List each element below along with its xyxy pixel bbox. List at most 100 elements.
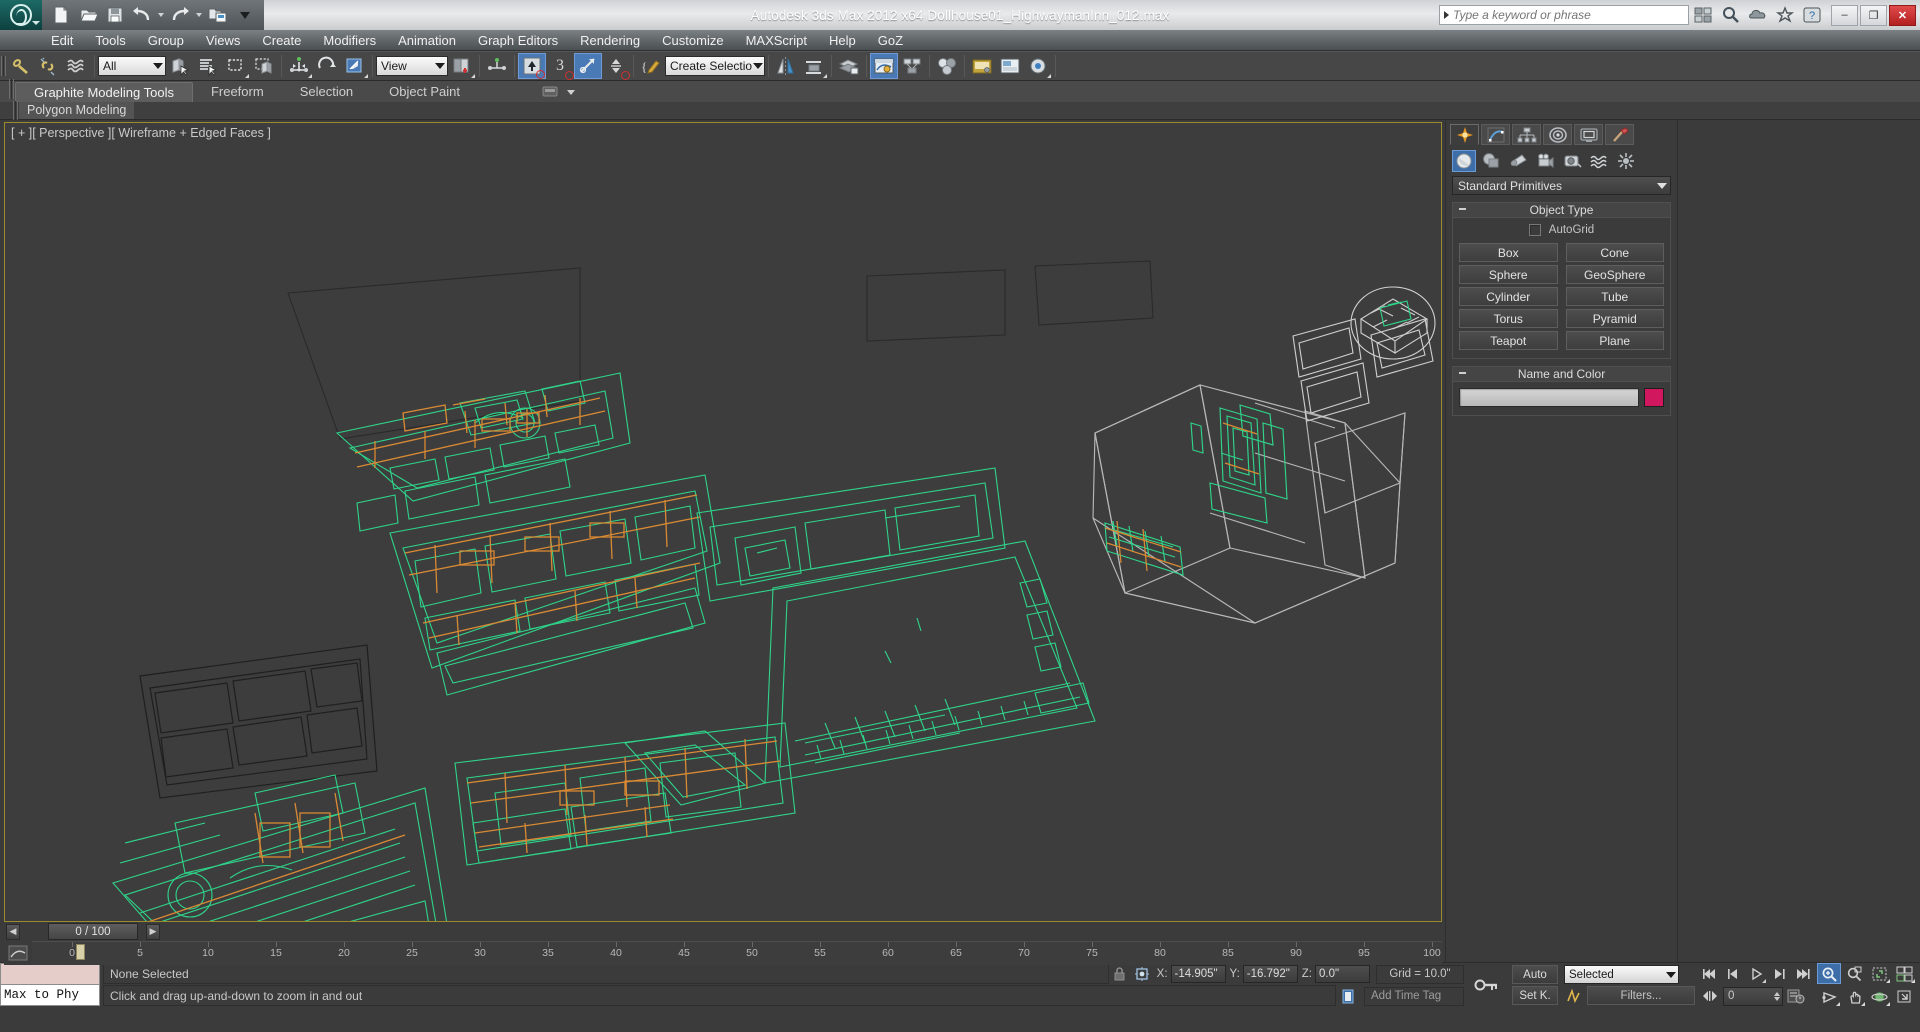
collapse-icon[interactable] [1459,372,1466,374]
curve-editor-icon[interactable] [870,53,898,79]
next-frame-icon[interactable] [1768,964,1790,984]
redo-icon[interactable] [167,3,193,27]
menu-item-modifiers[interactable]: Modifiers [312,30,387,51]
zoom-extents-all-icon[interactable] [1892,963,1916,984]
chevron-down-icon[interactable] [1663,972,1678,978]
set-key-button[interactable]: Set K. [1512,986,1558,1005]
flyout-arrow-icon[interactable] [364,70,368,78]
maxscript-output-pane[interactable] [0,963,100,985]
tab-freeform[interactable]: Freeform [193,82,282,102]
select-and-uniform-scale-icon[interactable] [341,53,369,79]
key-filters-button[interactable]: Filters... [1587,986,1695,1005]
edit-named-selection-sets-icon[interactable]: { [637,53,665,79]
menu-item-graph-editors[interactable]: Graph Editors [467,30,569,51]
tab-graphite-modeling-tools[interactable]: Graphite Modeling Tools [15,82,193,102]
render-production-icon[interactable] [1024,53,1052,79]
menu-item-tools[interactable]: Tools [84,30,136,51]
coord-z-input[interactable]: 0.0" [1315,965,1370,983]
lock-selection-icon[interactable] [1109,966,1131,982]
geosphere-button[interactable]: GeoSphere [1565,265,1664,284]
object-color-swatch[interactable] [1644,388,1664,407]
maximize-viewport-toggle-icon[interactable] [1892,986,1916,1007]
menu-item-group[interactable]: Group [137,30,195,51]
set-key-mode-icon[interactable] [1564,986,1584,1005]
bind-to-space-warp-icon[interactable] [63,53,91,79]
cylinder-button[interactable]: Cylinder [1459,287,1558,306]
snaps-toggle-icon[interactable] [518,53,546,79]
menu-item-create[interactable]: Create [251,30,312,51]
menu-item-animation[interactable]: Animation [387,30,467,51]
new-file-icon[interactable] [48,3,74,27]
collapse-icon[interactable] [1459,208,1466,210]
utilities-tab[interactable] [1605,124,1634,145]
minimize-button[interactable]: – [1831,4,1858,26]
save-file-icon[interactable] [102,3,128,27]
adaptive-degradation-icon[interactable] [1336,988,1360,1005]
favorites-icon[interactable] [1773,3,1797,27]
flyout-arrow-icon[interactable] [823,70,827,78]
name-and-color-header[interactable]: Name and Color [1453,367,1670,382]
plane-button[interactable]: Plane [1565,331,1664,350]
auto-key-button[interactable]: Auto [1512,965,1558,984]
menu-item-help[interactable]: Help [818,30,867,51]
open-file-icon[interactable] [75,3,101,27]
percent-snap-toggle-icon[interactable] [574,53,602,79]
select-and-manipulate-icon[interactable] [483,53,511,79]
perspective-viewport[interactable]: [ + ][ Perspective ][ Wireframe + Edged … [4,122,1442,922]
search-field[interactable] [1439,5,1689,25]
add-time-tag-button[interactable]: Add Time Tag [1364,986,1464,1006]
application-menu-button[interactable] [0,0,42,30]
search-input[interactable] [1453,8,1678,22]
chevron-down-icon[interactable] [432,57,447,75]
search-help-icon[interactable] [1719,3,1743,27]
undo-dropdown-arrow-icon[interactable] [158,13,164,17]
selection-filter-combo[interactable]: All [98,56,166,76]
render-setup-icon[interactable] [968,53,996,79]
lights-subtab[interactable] [1506,150,1530,172]
restore-button[interactable]: ❐ [1860,4,1887,26]
use-pivot-point-center-icon[interactable] [448,53,476,79]
toolbar-grip[interactable] [0,53,7,79]
menu-item-rendering[interactable]: Rendering [569,30,651,51]
flyout-arrow-icon[interactable] [1836,998,1840,1006]
space-warps-subtab[interactable] [1587,150,1611,172]
mirror-icon[interactable] [772,53,800,79]
cameras-subtab[interactable] [1533,150,1557,172]
cone-button[interactable]: Cone [1565,243,1664,262]
goto-start-icon[interactable] [1699,964,1721,984]
customize-qat-icon[interactable] [232,3,258,27]
help-icon[interactable]: ? [1800,3,1824,27]
spinner-up-icon[interactable] [1774,991,1780,996]
unlink-selection-icon[interactable] [35,53,63,79]
orbit-icon[interactable] [1867,986,1891,1007]
spinner-down-icon[interactable] [1774,996,1780,1001]
menu-item-views[interactable]: Views [195,30,251,51]
zoom-extents-icon[interactable] [1867,963,1891,984]
object-type-header[interactable]: Object Type [1453,203,1670,218]
absolute-relative-transform-icon[interactable] [1131,966,1153,982]
select-by-name-icon[interactable] [194,53,222,79]
current-frame-input[interactable]: 0 [1723,986,1783,1006]
geometry-subtab[interactable] [1452,150,1476,172]
material-editor-icon[interactable] [933,53,961,79]
field-of-view-icon[interactable] [1817,986,1841,1007]
sphere-button[interactable]: Sphere [1459,265,1558,284]
pan-view-icon[interactable] [1842,986,1866,1007]
select-and-link-icon[interactable] [7,53,35,79]
previous-frame-icon[interactable] [1722,964,1744,984]
menu-item-maxscript[interactable]: MAXScript [735,30,818,51]
flyout-arrow-icon[interactable] [308,70,312,78]
hierarchy-tab[interactable] [1512,124,1541,145]
key-mode-toggle-small-icon[interactable] [1699,986,1721,1006]
flyout-arrow-icon[interactable] [1886,998,1890,1006]
primitive-category-combo[interactable]: Standard Primitives [1452,176,1671,195]
box-button[interactable]: Box [1459,243,1558,262]
tube-button[interactable]: Tube [1565,287,1664,306]
systems-subtab[interactable] [1614,150,1638,172]
chevron-down-icon[interactable] [150,57,165,75]
modify-tab[interactable] [1481,124,1510,145]
time-slider-prev-frame[interactable]: ◀ [6,923,20,940]
shapes-subtab[interactable] [1479,150,1503,172]
layer-manager-icon[interactable] [835,53,863,79]
display-tab[interactable] [1574,124,1603,145]
